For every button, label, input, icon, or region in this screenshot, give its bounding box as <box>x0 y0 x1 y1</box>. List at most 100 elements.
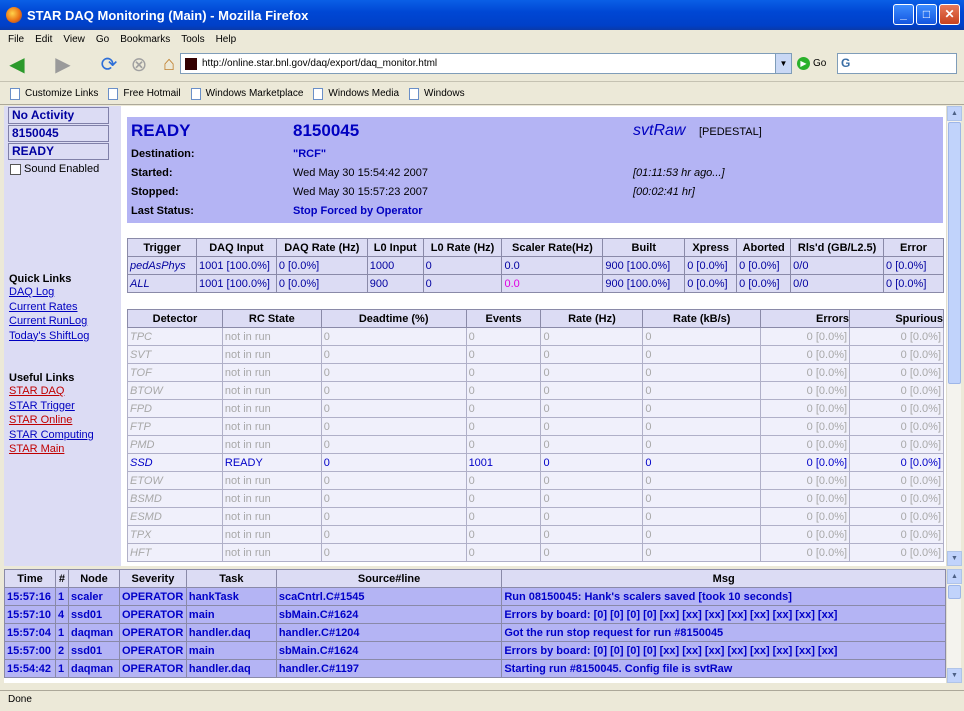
back-arrow-icon[interactable]: ◀ <box>4 52 30 78</box>
detector-cell: 0 <box>320 435 467 454</box>
search-input[interactable]: G <box>837 53 957 74</box>
detector-row: ESMD not in run 0 0 0 0 0 [0.0%] 0 [0.0%] <box>127 507 944 526</box>
home-icon[interactable]: ⌂ <box>156 52 182 78</box>
detector-cell: 0 <box>320 381 467 400</box>
detector-cell: 0 <box>642 471 762 490</box>
bookmark-windows[interactable]: Windows <box>409 87 465 100</box>
detector-cell: not in run <box>221 471 322 490</box>
detector-cell: 0 [0.0%] <box>849 453 944 472</box>
detector-name: SVT <box>127 345 223 364</box>
menu-edit[interactable]: Edit <box>35 34 52 45</box>
log-scrollbar[interactable]: ▲ ▼ <box>946 569 962 683</box>
menu-go[interactable]: Go <box>96 34 109 45</box>
detector-cell: not in run <box>221 435 322 454</box>
sound-checkbox[interactable] <box>10 163 21 175</box>
log-scroll-thumb[interactable] <box>948 585 961 599</box>
link-todays-shiftlog[interactable]: Today's ShiftLog <box>9 329 121 344</box>
link-current-rates[interactable]: Current Rates <box>9 300 121 315</box>
log-cell: main <box>185 641 277 660</box>
detector-cell: 0 <box>465 489 542 508</box>
detector-cell: 0 <box>540 507 644 526</box>
menu-help[interactable]: Help <box>216 34 237 45</box>
detector-cell: 0 [0.0%] <box>760 417 851 436</box>
scroll-down-icon[interactable]: ▼ <box>947 551 962 566</box>
menu-bar: File Edit View Go Bookmarks Tools Help <box>0 30 964 48</box>
detector-row: FTP not in run 0 0 0 0 0 [0.0%] 0 [0.0%] <box>127 417 944 436</box>
forward-arrow-icon[interactable]: ▶ <box>50 52 76 78</box>
reload-icon[interactable]: ⟳ <box>96 52 122 78</box>
bookmark-windows-marketplace[interactable]: Windows Marketplace <box>190 87 303 100</box>
detector-cell: 0 [0.0%] <box>849 363 944 382</box>
detector-cell: 0 <box>642 345 762 364</box>
stopped-duration: [00:02:41 hr] <box>633 186 695 198</box>
detector-cell: 0 <box>320 417 467 436</box>
detector-cell: not in run <box>221 381 322 400</box>
bookmark-customize-links[interactable]: Customize Links <box>10 87 98 100</box>
page-icon <box>313 87 324 100</box>
stop-icon[interactable]: ⊗ <box>126 52 152 78</box>
navigation-toolbar: ◀ ▶ ⟳ ⊗ ⌂ http://online.star.bnl.gov/daq… <box>0 48 964 82</box>
bookmark-windows-media[interactable]: Windows Media <box>313 87 399 100</box>
log-cell: 2 <box>54 641 69 660</box>
page-scroll-thumb[interactable] <box>948 122 961 384</box>
log-row: 15:57:10 4 ssd01 OPERATOR main sbMain.C#1624 E… <box>4 605 946 624</box>
log-col-header: Severity <box>118 569 187 588</box>
menu-tools[interactable]: Tools <box>181 34 204 45</box>
minimize-button[interactable]: _ <box>893 4 914 25</box>
link-daq-log[interactable]: DAQ Log <box>9 285 121 300</box>
useful-links-heading: Useful Links <box>9 372 75 384</box>
link-current-runlog[interactable]: Current RunLog <box>9 314 121 329</box>
detector-name: TPC <box>127 327 223 346</box>
url-bar[interactable]: http://online.star.bnl.gov/daq/export/da… <box>180 53 792 74</box>
log-cell: main <box>185 605 277 624</box>
trigger-cell: 0/0 <box>790 274 885 293</box>
link-star-computing[interactable]: STAR Computing <box>9 428 121 443</box>
bookmarks-toolbar: Customize Links Free Hotmail Windows Mar… <box>0 83 964 105</box>
detector-cell: 0 [0.0%] <box>849 399 944 418</box>
close-button[interactable]: ✕ <box>939 4 960 25</box>
detector-name: FTP <box>127 417 223 436</box>
trigger-col-header: Trigger <box>127 238 197 257</box>
link-star-trigger[interactable]: STAR Trigger <box>9 399 121 414</box>
run-config-type: [PEDESTAL] <box>699 126 762 138</box>
detector-cell: 0 <box>642 363 762 382</box>
detector-cell: 0 [0.0%] <box>760 507 851 526</box>
scroll-up-icon[interactable]: ▲ <box>947 106 962 121</box>
menu-file[interactable]: File <box>8 34 24 45</box>
link-star-daq[interactable]: STAR DAQ <box>9 384 121 399</box>
run-number-title: 8150045 <box>293 121 360 140</box>
detector-cell: 0 [0.0%] <box>849 381 944 400</box>
link-star-main[interactable]: STAR Main <box>9 442 121 457</box>
detector-col-header: Spurious <box>849 309 944 328</box>
detector-cell: 0 <box>320 363 467 382</box>
detector-name: SSD <box>127 453 223 472</box>
trigger-col-header: Scaler Rate(Hz) <box>501 238 604 257</box>
detector-cell: 0 <box>465 327 542 346</box>
sound-toggle[interactable]: Sound Enabled <box>10 163 121 175</box>
log-cell: 15:57:00 <box>4 641 56 660</box>
detector-cell: 0 <box>540 543 644 562</box>
bookmark-free-hotmail[interactable]: Free Hotmail <box>108 87 181 100</box>
log-cell: Errors by board: [0] [0] [0] [0] [xx] [x… <box>501 605 946 624</box>
maximize-button[interactable]: □ <box>916 4 937 25</box>
page-scrollbar[interactable]: ▲ ▼ <box>946 106 962 566</box>
trigger-cell: 0 [0.0%] <box>883 274 944 293</box>
log-cell: 1 <box>54 623 69 642</box>
url-dropdown-icon[interactable]: ▼ <box>775 54 791 73</box>
detector-cell: 0 [0.0%] <box>849 345 944 364</box>
page-icon <box>108 87 119 100</box>
quick-links-heading: Quick Links <box>9 273 72 285</box>
trigger-col-header: DAQ Input <box>195 238 277 257</box>
firefox-icon <box>6 7 22 23</box>
menu-bookmarks[interactable]: Bookmarks <box>120 34 170 45</box>
menu-view[interactable]: View <box>63 34 85 45</box>
go-button[interactable]: ▶ Go <box>797 57 826 70</box>
trigger-cell: 1001 [100.0%] <box>195 274 277 293</box>
log-scroll-down-icon[interactable]: ▼ <box>947 668 962 683</box>
detector-cell: 0 [0.0%] <box>849 471 944 490</box>
log-scroll-up-icon[interactable]: ▲ <box>947 569 962 584</box>
detector-cell: 0 <box>465 471 542 490</box>
log-cell: 15:57:04 <box>4 623 56 642</box>
detector-name: FPD <box>127 399 223 418</box>
link-star-online[interactable]: STAR Online <box>9 413 121 428</box>
